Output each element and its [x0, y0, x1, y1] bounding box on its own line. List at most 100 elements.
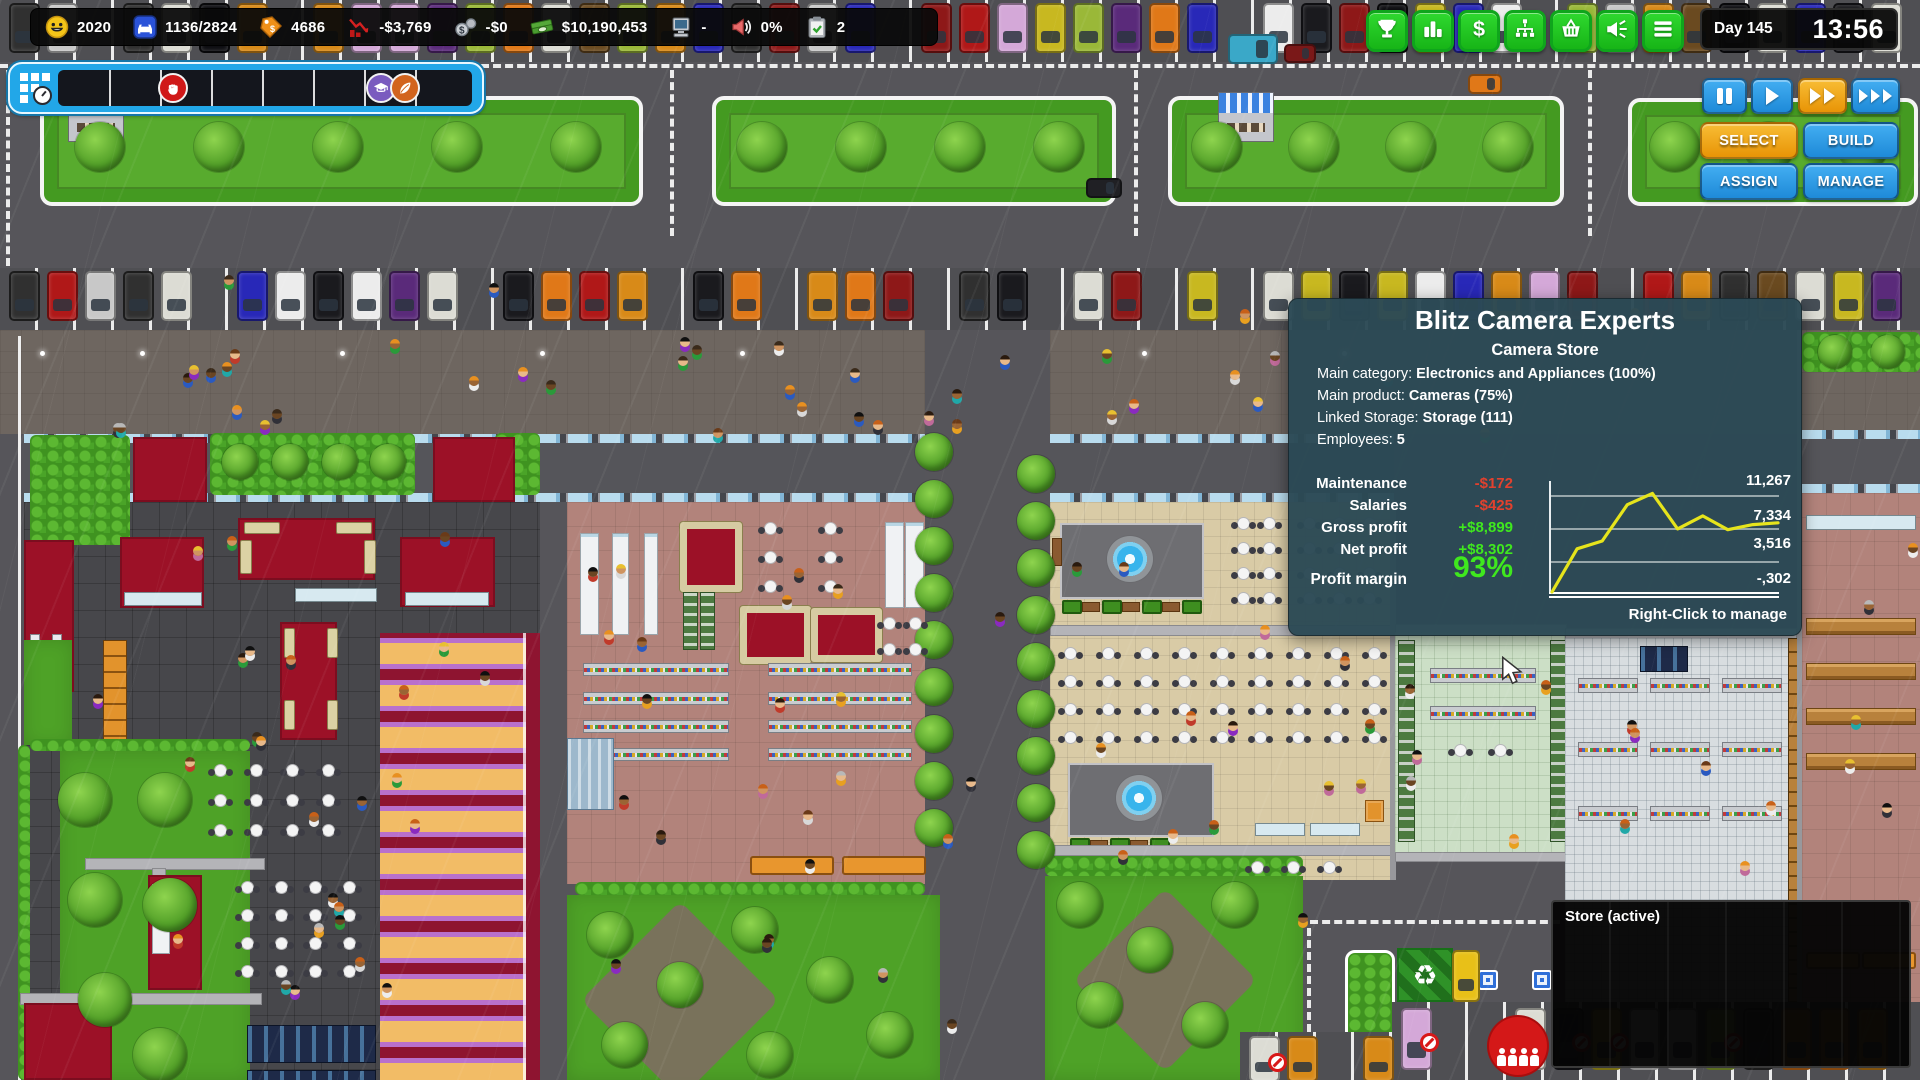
parked-car [389, 271, 420, 321]
strike-fist-icon[interactable] [158, 73, 188, 103]
map-decor [1142, 600, 1162, 614]
tree [143, 878, 197, 932]
person [762, 938, 772, 948]
tree [432, 122, 482, 172]
cafe-table [825, 523, 836, 534]
map-decor [1082, 602, 1100, 612]
stat-computer: - [669, 15, 706, 39]
build-mode-button[interactable]: BUILD [1803, 122, 1899, 159]
schedule-slots[interactable] [58, 70, 472, 106]
tooltip-subtitle: Camera Store [1289, 341, 1801, 360]
announcements-button[interactable] [1596, 10, 1638, 52]
person [1228, 721, 1238, 731]
no-parking-badge [1268, 1053, 1287, 1072]
map-decor [540, 502, 567, 1080]
trophy-icon [1374, 16, 1400, 47]
stat-sales: $4686 [259, 15, 325, 39]
handcuffs-icon: $ [454, 15, 478, 39]
fastest-forward-button[interactable] [1851, 78, 1900, 114]
person [355, 957, 365, 967]
lamp-post [140, 351, 145, 356]
management-button[interactable] [1504, 10, 1546, 52]
game-viewport[interactable]: ♻ 2020 1136/2824 $4686 -$3,769 $-$0 $10,… [0, 0, 1920, 1080]
cafe-table [1293, 676, 1304, 687]
leaf-icon[interactable] [390, 73, 420, 103]
pause-button[interactable] [1702, 78, 1747, 114]
person [616, 564, 626, 574]
cafe-table [1065, 648, 1076, 659]
cafe-table [1065, 732, 1076, 743]
map-decor [1578, 678, 1638, 693]
menu-button[interactable] [1642, 10, 1684, 52]
tree [313, 122, 363, 172]
parked-car [1452, 950, 1480, 1002]
map-decor [768, 748, 912, 761]
parked-car [503, 271, 534, 321]
map-decor [842, 856, 926, 875]
map-decor [1806, 515, 1916, 530]
cafe-table [1238, 518, 1249, 529]
day-label: Day 145 [1714, 20, 1773, 38]
lamp-post [40, 351, 45, 356]
lamp-post [340, 351, 345, 356]
map-decor [85, 858, 265, 870]
map-decor [1650, 806, 1710, 821]
fast-forward-icon [1824, 88, 1835, 104]
person [1412, 750, 1422, 760]
map-decor [1578, 806, 1638, 821]
achievements-button[interactable] [1366, 10, 1408, 52]
play-button[interactable] [1751, 78, 1793, 114]
person [1209, 820, 1219, 830]
svg-text:$: $ [459, 25, 465, 36]
schedule-toolbar[interactable] [8, 62, 484, 114]
parked-car [1187, 271, 1218, 321]
fast-forward-button[interactable] [1798, 78, 1847, 114]
cafe-table [215, 825, 226, 836]
map-decor [575, 882, 925, 895]
map-decor [1395, 632, 1565, 854]
cafe-table [1255, 648, 1266, 659]
profit-margin-value: 93% [1409, 551, 1513, 585]
person [1000, 355, 1010, 365]
map-decor [247, 1025, 376, 1063]
person [382, 983, 392, 993]
parked-car [351, 271, 382, 321]
map-decor [1062, 600, 1082, 614]
cafe-table [1252, 862, 1263, 873]
cafe-table [215, 795, 226, 806]
basket-icon [1558, 16, 1584, 47]
cafe-table [344, 966, 355, 977]
statistics-button[interactable] [1412, 10, 1454, 52]
select-mode-button[interactable]: SELECT [1700, 122, 1798, 159]
cafe-table [344, 910, 355, 921]
triple-forward-icon [1871, 89, 1880, 103]
tree [138, 773, 192, 827]
cafe-table [1255, 676, 1266, 687]
assign-mode-button[interactable]: ASSIGN [1700, 163, 1798, 200]
map-decor [405, 592, 489, 606]
tree [1017, 784, 1055, 822]
stat-value: - [701, 19, 706, 36]
person [873, 420, 883, 430]
pause-icon [1726, 88, 1732, 104]
tree [1818, 335, 1852, 369]
cafe-table [323, 765, 334, 776]
tree [1017, 690, 1055, 728]
map-decor [1650, 678, 1710, 693]
cafe-table [1217, 648, 1228, 659]
info-line: Main category: Electronics and Appliance… [1317, 363, 1656, 385]
svg-text:$: $ [1473, 16, 1485, 41]
tree [1386, 122, 1436, 172]
tree [1212, 882, 1258, 928]
map-decor [1122, 602, 1140, 612]
map-decor [336, 522, 372, 534]
cafe-table [1103, 732, 1114, 743]
finances-button[interactable]: $ [1458, 10, 1500, 52]
tree [915, 480, 953, 518]
parked-car [123, 271, 154, 321]
manage-mode-button[interactable]: MANAGE [1803, 163, 1899, 200]
map-decor [1802, 372, 1920, 430]
tree [58, 773, 112, 827]
cafe-table [1369, 704, 1380, 715]
market-button[interactable] [1550, 10, 1592, 52]
